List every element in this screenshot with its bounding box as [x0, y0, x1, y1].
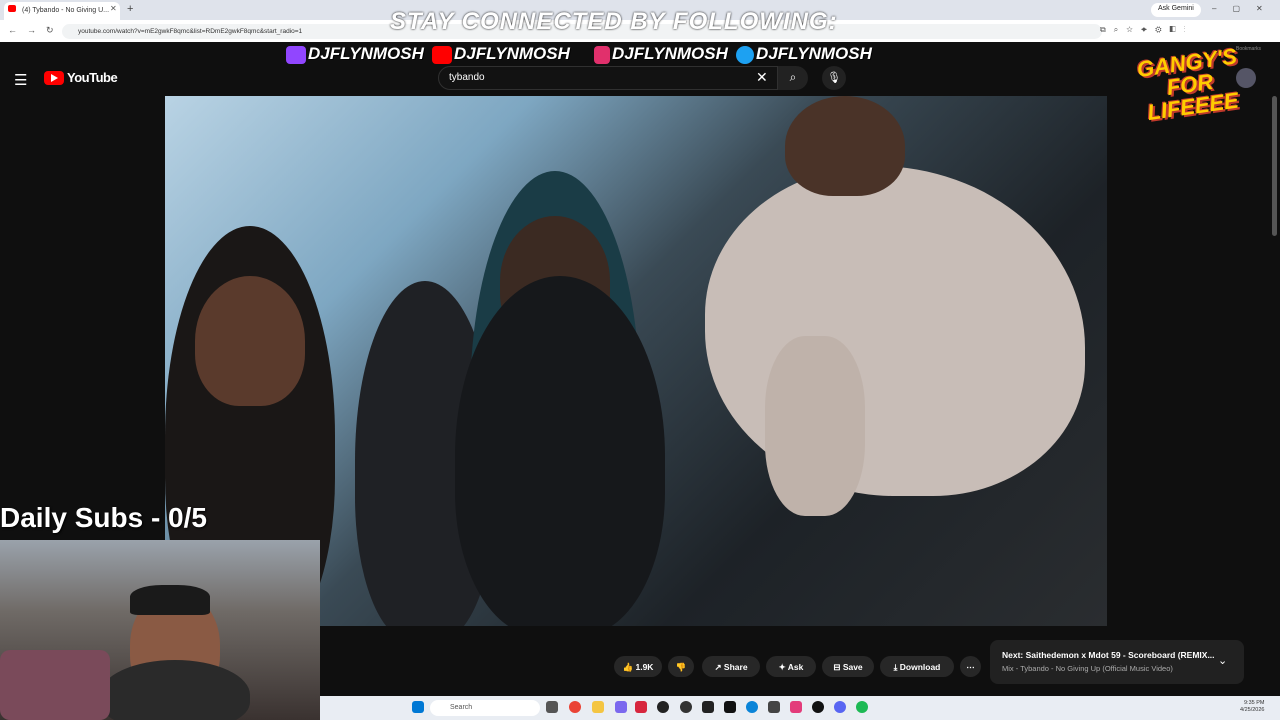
app-icon[interactable]	[812, 701, 824, 713]
more-actions-button[interactable]: ⋯	[960, 656, 981, 677]
app-icon[interactable]	[615, 701, 627, 713]
extension-icons[interactable]: ⧉⌕☆✦⚙◧⋮	[1100, 25, 1194, 35]
microphone-icon[interactable]: 🎙	[822, 66, 846, 90]
nav-buttons[interactable]: ←→↻	[8, 25, 64, 36]
save-label: Save	[842, 662, 863, 672]
instagram-icon	[594, 46, 610, 64]
system-clock[interactable]: 9:35 PM 4/25/2026	[1240, 700, 1264, 714]
window-controls[interactable]: –▢✕	[1212, 4, 1279, 13]
hamburger-menu-icon[interactable]: ☰	[14, 71, 27, 89]
ask-button[interactable]: ✦ Ask	[766, 656, 816, 677]
twitter-icon	[736, 46, 754, 64]
obs-icon[interactable]	[680, 701, 692, 713]
twitch-handle: DJFLYNMOSH	[308, 44, 424, 63]
youtube-social-icon	[432, 46, 452, 64]
page-scrollbar[interactable]	[1272, 96, 1277, 236]
ask-label: Ask	[787, 662, 804, 672]
socials-bar: DJFLYNMOSH DJFLYNMOSH DJFLYNMOSH DJFLYNM…	[286, 44, 886, 68]
new-tab-icon[interactable]: +	[127, 3, 133, 15]
bookmark-icon: ⊟	[833, 662, 843, 672]
instagram-handle: DJFLYNMOSH	[612, 44, 728, 63]
thumbs-down-icon: 👎	[675, 662, 687, 672]
app-icon[interactable]	[724, 701, 736, 713]
ask-gemini-button[interactable]: Ask Gemini	[1151, 3, 1201, 17]
chrome-icon[interactable]	[569, 701, 581, 713]
download-button[interactable]: ⤓ Download	[880, 656, 954, 677]
next-up-subtitle: Mix - Tybando - No Giving Up (Official M…	[1002, 664, 1173, 673]
spotify-icon[interactable]	[856, 701, 868, 713]
discord-icon[interactable]	[834, 701, 846, 713]
more-icon: ⋯	[966, 662, 975, 672]
windows-start-icon[interactable]	[412, 701, 424, 713]
task-view-icon[interactable]	[546, 701, 558, 713]
share-icon: ↗	[714, 662, 724, 672]
clock-time: 9:35 PM	[1243, 700, 1265, 706]
sparkle-icon: ✦	[778, 662, 788, 672]
app-icon[interactable]	[790, 701, 802, 713]
stay-connected-banner: STAY CONNECTED BY FOLLOWING:	[390, 8, 838, 35]
search-icon[interactable]: ⌕	[778, 66, 808, 90]
search-input[interactable]: tybando	[438, 66, 778, 90]
like-count: 1.9K	[635, 662, 654, 672]
file-explorer-icon[interactable]	[592, 701, 604, 713]
taskbar-search[interactable]: Search	[430, 700, 540, 716]
daily-subs-counter: Daily Subs - 0/5	[0, 502, 207, 533]
like-button[interactable]: 👍 1.9K	[614, 656, 662, 677]
next-up-card[interactable]	[990, 640, 1244, 684]
gang-badge-logo: GANGY'S FOR LIFEEEE	[1135, 43, 1241, 126]
tab-close-icon[interactable]: ✕	[110, 4, 117, 13]
app-icon[interactable]	[657, 701, 669, 713]
youtube-wordmark[interactable]: YouTube	[67, 70, 118, 85]
thumbs-up-icon: 👍	[622, 662, 636, 672]
share-button[interactable]: ↗ Share	[702, 656, 760, 677]
next-up-title[interactable]: Next: Saithedemon x Mdot 59 - Scoreboard…	[1002, 650, 1215, 660]
app-icon[interactable]	[702, 701, 714, 713]
browser-tab[interactable]: (4) Tybando - No Giving U...	[4, 2, 120, 20]
share-label: Share	[723, 662, 748, 672]
save-button[interactable]: ⊟ Save	[822, 656, 874, 677]
twitch-icon	[286, 46, 306, 64]
edge-icon[interactable]	[746, 701, 758, 713]
clear-search-icon[interactable]: ✕	[756, 69, 768, 86]
twitter-handle: DJFLYNMOSH	[756, 44, 872, 63]
dislike-button[interactable]: 👎	[668, 656, 694, 677]
download-label: Download	[899, 662, 941, 672]
app-icon[interactable]	[635, 701, 647, 713]
play-triangle-icon	[51, 74, 58, 82]
clock-date: 4/25/2026	[1240, 707, 1265, 713]
youtube-handle: DJFLYNMOSH	[454, 44, 570, 63]
chevron-down-icon[interactable]: ⌄	[1218, 654, 1227, 667]
youtube-favicon-icon	[8, 5, 16, 12]
webcam-feed	[0, 540, 320, 720]
terminal-icon[interactable]	[768, 701, 780, 713]
